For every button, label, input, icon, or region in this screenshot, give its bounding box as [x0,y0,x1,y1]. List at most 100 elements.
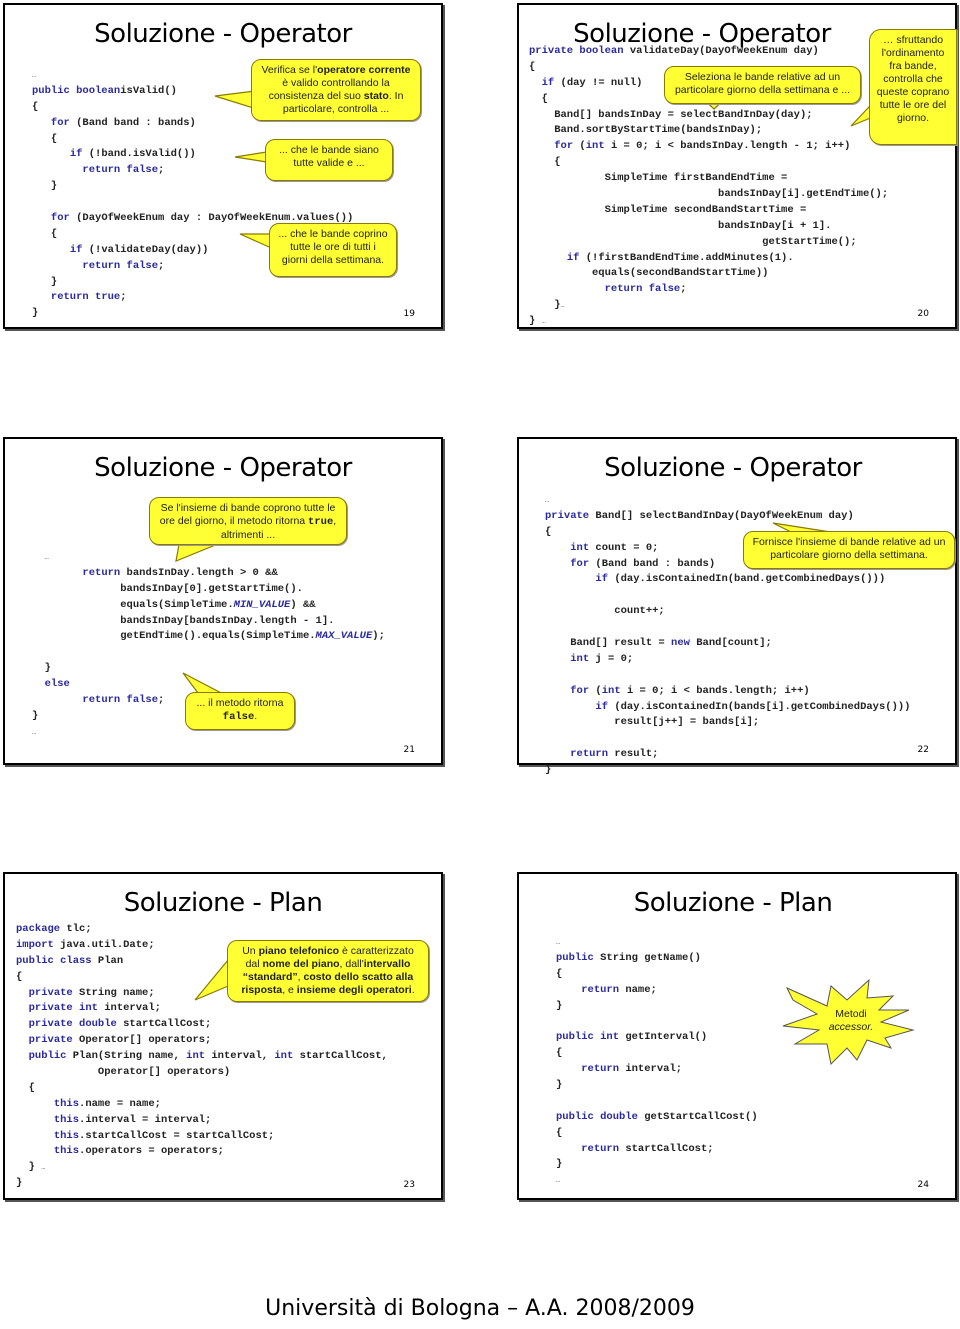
callout-text: ... che le bande coprino tutte le ore di… [278,228,388,266]
code-text: (!band.isValid()) [82,148,196,161]
code-text: { [556,1126,563,1139]
code-keyword: private [28,986,73,999]
code-line: private boolean validateDay(DayOfWeekEnu… [529,44,888,60]
code-text: interval, [205,1050,275,1063]
code-line: public int getInterval() [556,1030,758,1046]
callout-text: ... che le bande siano tutte valide e ..… [279,144,379,169]
code-text: { [545,525,552,538]
code-line: bandsInDay[i].getEndTime(); [529,187,888,203]
code-text: equals(secondBandStartTime)) [529,267,769,280]
code-line: } [32,306,353,322]
code-line: … [556,1173,758,1189]
callout-select-bands: Seleziona le bande relative ad un partic… [664,66,861,104]
code-text: { [32,227,58,240]
callout-text: true [308,516,334,528]
code-text: (Band band : bands) [589,557,716,570]
code-line: … [556,935,758,951]
code-keyword: int [601,684,621,697]
ellipsis: … [541,318,546,327]
code-line: if (!firstBandEndTime.addMinutes(1). [529,251,888,267]
slide-21: Soluzione - Operator … return bandsInDay… [3,437,443,765]
slide-23: Soluzione - Plan package tlc; import java… [3,872,443,1200]
code-line: public double getStartCallCost() [556,1110,758,1126]
slide-number: 21 [403,745,415,755]
code-keyword: this [53,1113,80,1126]
code-text: validateDay(DayOfWeekEnum day) [623,45,819,57]
callout-text: false [222,711,255,723]
code-line: { [16,1081,388,1097]
code-keyword: for [50,212,70,225]
code-keyword: new [671,637,690,650]
code-text: } [556,1158,563,1171]
code-text: } [32,275,58,288]
callout-text: accessor. [828,1021,874,1033]
code-line: public Plan(String name, int interval, i… [16,1049,388,1065]
code-text: ( [589,684,602,697]
code-line: { [529,155,888,171]
code-keyword: if [566,251,580,264]
slide-number: 24 [917,1180,929,1190]
code-keyword: import [16,938,54,951]
code-text: { [529,92,548,105]
code-text: { [32,100,39,113]
code-line: int j = 0; [545,652,910,668]
code-line: this.startCallCost = startCallCost; [16,1129,388,1145]
code-text: } [32,662,51,675]
code-line: return interval; [556,1062,758,1078]
slide-number: 20 [917,309,929,319]
code-keyword: for [570,557,590,570]
slide-title: Soluzione - Plan [123,888,323,918]
code-text: getInterval() [619,1031,708,1044]
code-line: } … [16,1160,388,1176]
code-text: { [32,132,58,145]
code-keyword: int [570,541,590,554]
code-text: result; [608,748,659,761]
code-text: { [529,60,536,73]
code-keyword: public [28,1050,67,1063]
code-line: public String getName() [556,951,758,967]
callout-accessor-methods: Metodi accessor. [815,1004,887,1038]
code-text: result[j++] = bands[i]; [545,716,760,729]
code-keyword: public class [16,954,92,967]
code-keyword: if [595,573,609,586]
code-text: } [556,1079,563,1092]
code-keyword: else [44,678,70,691]
code-line: for (int i = 0; i < bands.length; i++) [545,684,910,700]
callout-returns-true: Se l'insieme di bande coprono tutte le o… [149,497,347,545]
code-keyword: public boolean [32,84,121,97]
code-keyword: if [69,243,83,256]
code-text: isValid() [120,84,177,97]
code-line: equals(SimpleTime.MIN_VALUE) && [32,598,385,614]
code-text: { [556,1047,563,1060]
code-keyword: int [585,140,605,153]
code-text: } [32,180,58,193]
code-line: private Band[] selectBandInDay(DayOfWeek… [545,509,910,525]
code-text: Band[] result = [545,637,672,650]
callout-text: piano telefonico [258,945,340,957]
callout-operator-validity: Verifica se l'operatore corrente è valid… [251,59,421,121]
code-text: bandsInDay[0].getStartTime(). [32,582,303,595]
code-text: Band[] bandsInDay = selectBandInDay(day)… [529,108,813,121]
code-keyword: for [554,140,574,153]
code-keyword: if [595,700,609,713]
slide-20: Soluzione - Operator private boolean val… [517,3,957,329]
code-text: { [16,970,23,983]
callout-text: operatore corrente [317,64,411,76]
code-text: .operators = operators; [79,1145,224,1158]
code-text: ; [158,694,165,707]
ellipsis: … [41,1164,46,1173]
callout-bands-valid: ... che le bande siano tutte valide e ..… [265,139,393,181]
callout-text: Metodi [835,1008,867,1020]
code-line: return true; [32,290,353,306]
code-text: bandsInDay[i + 1]. [529,219,832,232]
code-keyword: if [541,76,555,89]
code-line: } … [529,314,888,330]
slide-number: 23 [403,1180,415,1190]
